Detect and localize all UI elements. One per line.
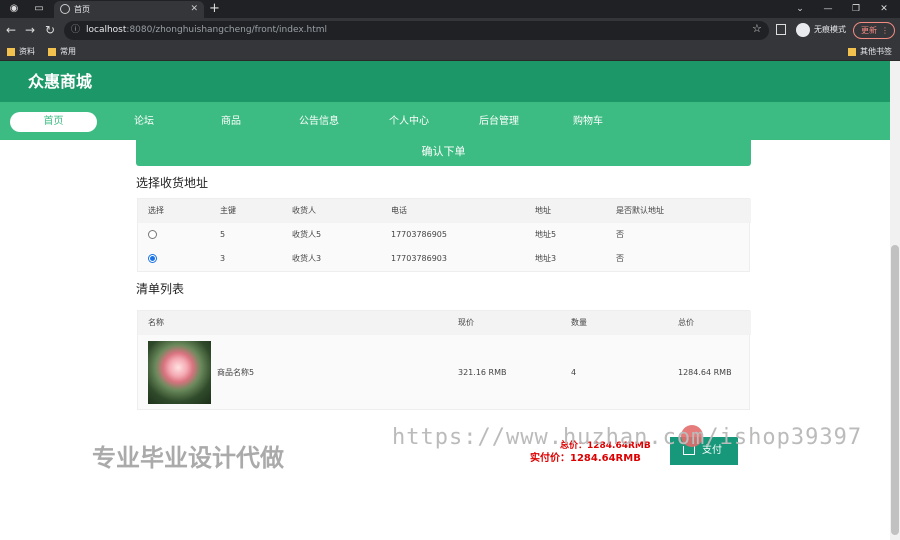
tab-close-icon[interactable]: ✕ <box>190 1 198 18</box>
items-table-header: 名称 现价 数量 总价 <box>138 311 751 335</box>
site-info-icon[interactable]: ⓘ <box>71 21 80 40</box>
close-window-icon[interactable]: ✕ <box>870 0 898 18</box>
url-path: :8080/zhonghuishangcheng/front/index.htm… <box>126 25 328 35</box>
nav-notices[interactable]: 公告信息 <box>289 112 349 132</box>
column-header: 选择 <box>148 206 164 215</box>
browser-tab-bar: ◉ ▭ 首页 ✕ + ⌄ — ❐ ✕ <box>0 0 900 18</box>
url-field[interactable]: ⓘ localhost:8080/zhonghuishangcheng/fron… <box>64 21 769 40</box>
nav-products[interactable]: 商品 <box>201 112 261 132</box>
tab-search-chevron-icon[interactable]: ⌄ <box>786 0 814 18</box>
new-tab-icon[interactable]: + <box>209 0 220 17</box>
address-addr: 地址3 <box>535 254 557 263</box>
side-panel-icon[interactable] <box>776 24 786 35</box>
product-total: 1284.64 RMB <box>678 368 732 377</box>
site-header: 众惠商城 <box>0 61 890 102</box>
column-header: 名称 <box>148 318 164 327</box>
address-id: 5 <box>220 230 226 239</box>
address-section-title: 选择收货地址 <box>136 176 209 190</box>
pay-price: 实付价：1284.64RMB <box>530 453 641 464</box>
list-section-title: 清单列表 <box>136 282 185 296</box>
order-items-table: 名称 现价 数量 总价 商品名称5 321.16 RMB 4 1284.64 R… <box>137 310 751 410</box>
address-id: 3 <box>220 254 226 263</box>
tab-search-icon[interactable]: ◉ <box>8 3 20 15</box>
address-addr: 地址5 <box>535 230 557 239</box>
product-name[interactable]: 商品名称5 <box>217 361 254 385</box>
address-table: 选择 主键 收货人 电话 地址 是否默认地址 5 收货人5 1770378690… <box>137 198 751 272</box>
nav-admin[interactable]: 后台管理 <box>469 112 529 132</box>
address-radio[interactable] <box>148 230 157 239</box>
update-button[interactable]: 更新 ⋮ <box>853 22 895 39</box>
browser-tab[interactable]: 首页 ✕ <box>54 1 204 18</box>
bookmark-folder[interactable]: 资料 <box>7 45 35 59</box>
restore-icon[interactable]: ❐ <box>842 0 870 18</box>
reload-icon[interactable]: ↻ <box>45 23 55 37</box>
promo-overlay-text: 专业毕业设计代做 <box>92 444 284 472</box>
column-header: 地址 <box>535 206 551 215</box>
address-phone: 17703786905 <box>391 230 447 239</box>
product-quantity: 4 <box>571 368 577 377</box>
address-default: 否 <box>616 230 624 239</box>
incognito-label[interactable]: 无痕模式 <box>814 22 846 38</box>
main-nav: 首页 论坛 商品 公告信息 个人中心 后台管理 购物车 <box>0 102 890 140</box>
product-price: 321.16 RMB <box>458 368 507 377</box>
bookmarks-bar: 资料 常用 其他书签 <box>0 43 900 61</box>
column-header: 主键 <box>220 206 236 215</box>
watermark-text: https://www.huzhan.com/ishop39397 <box>392 425 863 450</box>
screen: ◉ ▭ 首页 ✕ + ⌄ — ❐ ✕ ← → ↻ ⓘ localhost:808… <box>0 0 900 540</box>
address-default: 否 <box>616 254 624 263</box>
bookmark-folder[interactable]: 常用 <box>48 45 76 59</box>
address-bar-row: ← → ↻ ⓘ localhost:8080/zhonghuishangchen… <box>0 18 900 43</box>
minimize-icon[interactable]: — <box>814 0 842 18</box>
tab-favicon-icon <box>60 4 70 14</box>
confirm-order-button[interactable]: 确认下单 <box>136 140 751 166</box>
nav-forum[interactable]: 论坛 <box>114 112 174 132</box>
product-image[interactable] <box>148 341 211 404</box>
nav-cart[interactable]: 购物车 <box>558 112 618 132</box>
forward-icon[interactable]: → <box>25 23 35 37</box>
address-radio-selected[interactable] <box>148 254 157 263</box>
site-brand[interactable]: 众惠商城 <box>28 72 92 92</box>
table-row[interactable]: 5 收货人5 17703786905 地址5 否 <box>138 223 751 247</box>
nav-home[interactable]: 首页 <box>10 112 97 132</box>
table-row[interactable]: 3 收货人3 17703786903 地址3 否 <box>138 247 751 271</box>
incognito-avatar-icon[interactable] <box>796 23 810 37</box>
address-table-header: 选择 主键 收货人 电话 地址 是否默认地址 <box>138 199 751 223</box>
address-phone: 17703786903 <box>391 254 447 263</box>
column-header: 现价 <box>458 318 474 327</box>
bookmark-star-icon[interactable]: ☆ <box>752 22 762 35</box>
back-icon[interactable]: ← <box>6 23 16 37</box>
column-header: 数量 <box>571 318 587 327</box>
column-header: 收货人 <box>292 206 316 215</box>
column-header: 是否默认地址 <box>616 206 664 215</box>
nav-user-center[interactable]: 个人中心 <box>379 112 439 132</box>
address-name: 收货人5 <box>292 230 322 239</box>
other-bookmarks-folder[interactable]: 其他书签 <box>848 45 892 59</box>
url-host: localhost <box>86 25 127 35</box>
column-header: 电话 <box>391 206 407 215</box>
column-header: 总价 <box>678 318 694 327</box>
window-icon[interactable]: ▭ <box>33 3 45 15</box>
scrollbar-thumb[interactable] <box>891 245 899 535</box>
menu-dots-icon: ⋮ <box>881 26 889 35</box>
update-label: 更新 <box>861 26 877 35</box>
address-name: 收货人3 <box>292 254 322 263</box>
tab-title: 首页 <box>74 5 90 14</box>
